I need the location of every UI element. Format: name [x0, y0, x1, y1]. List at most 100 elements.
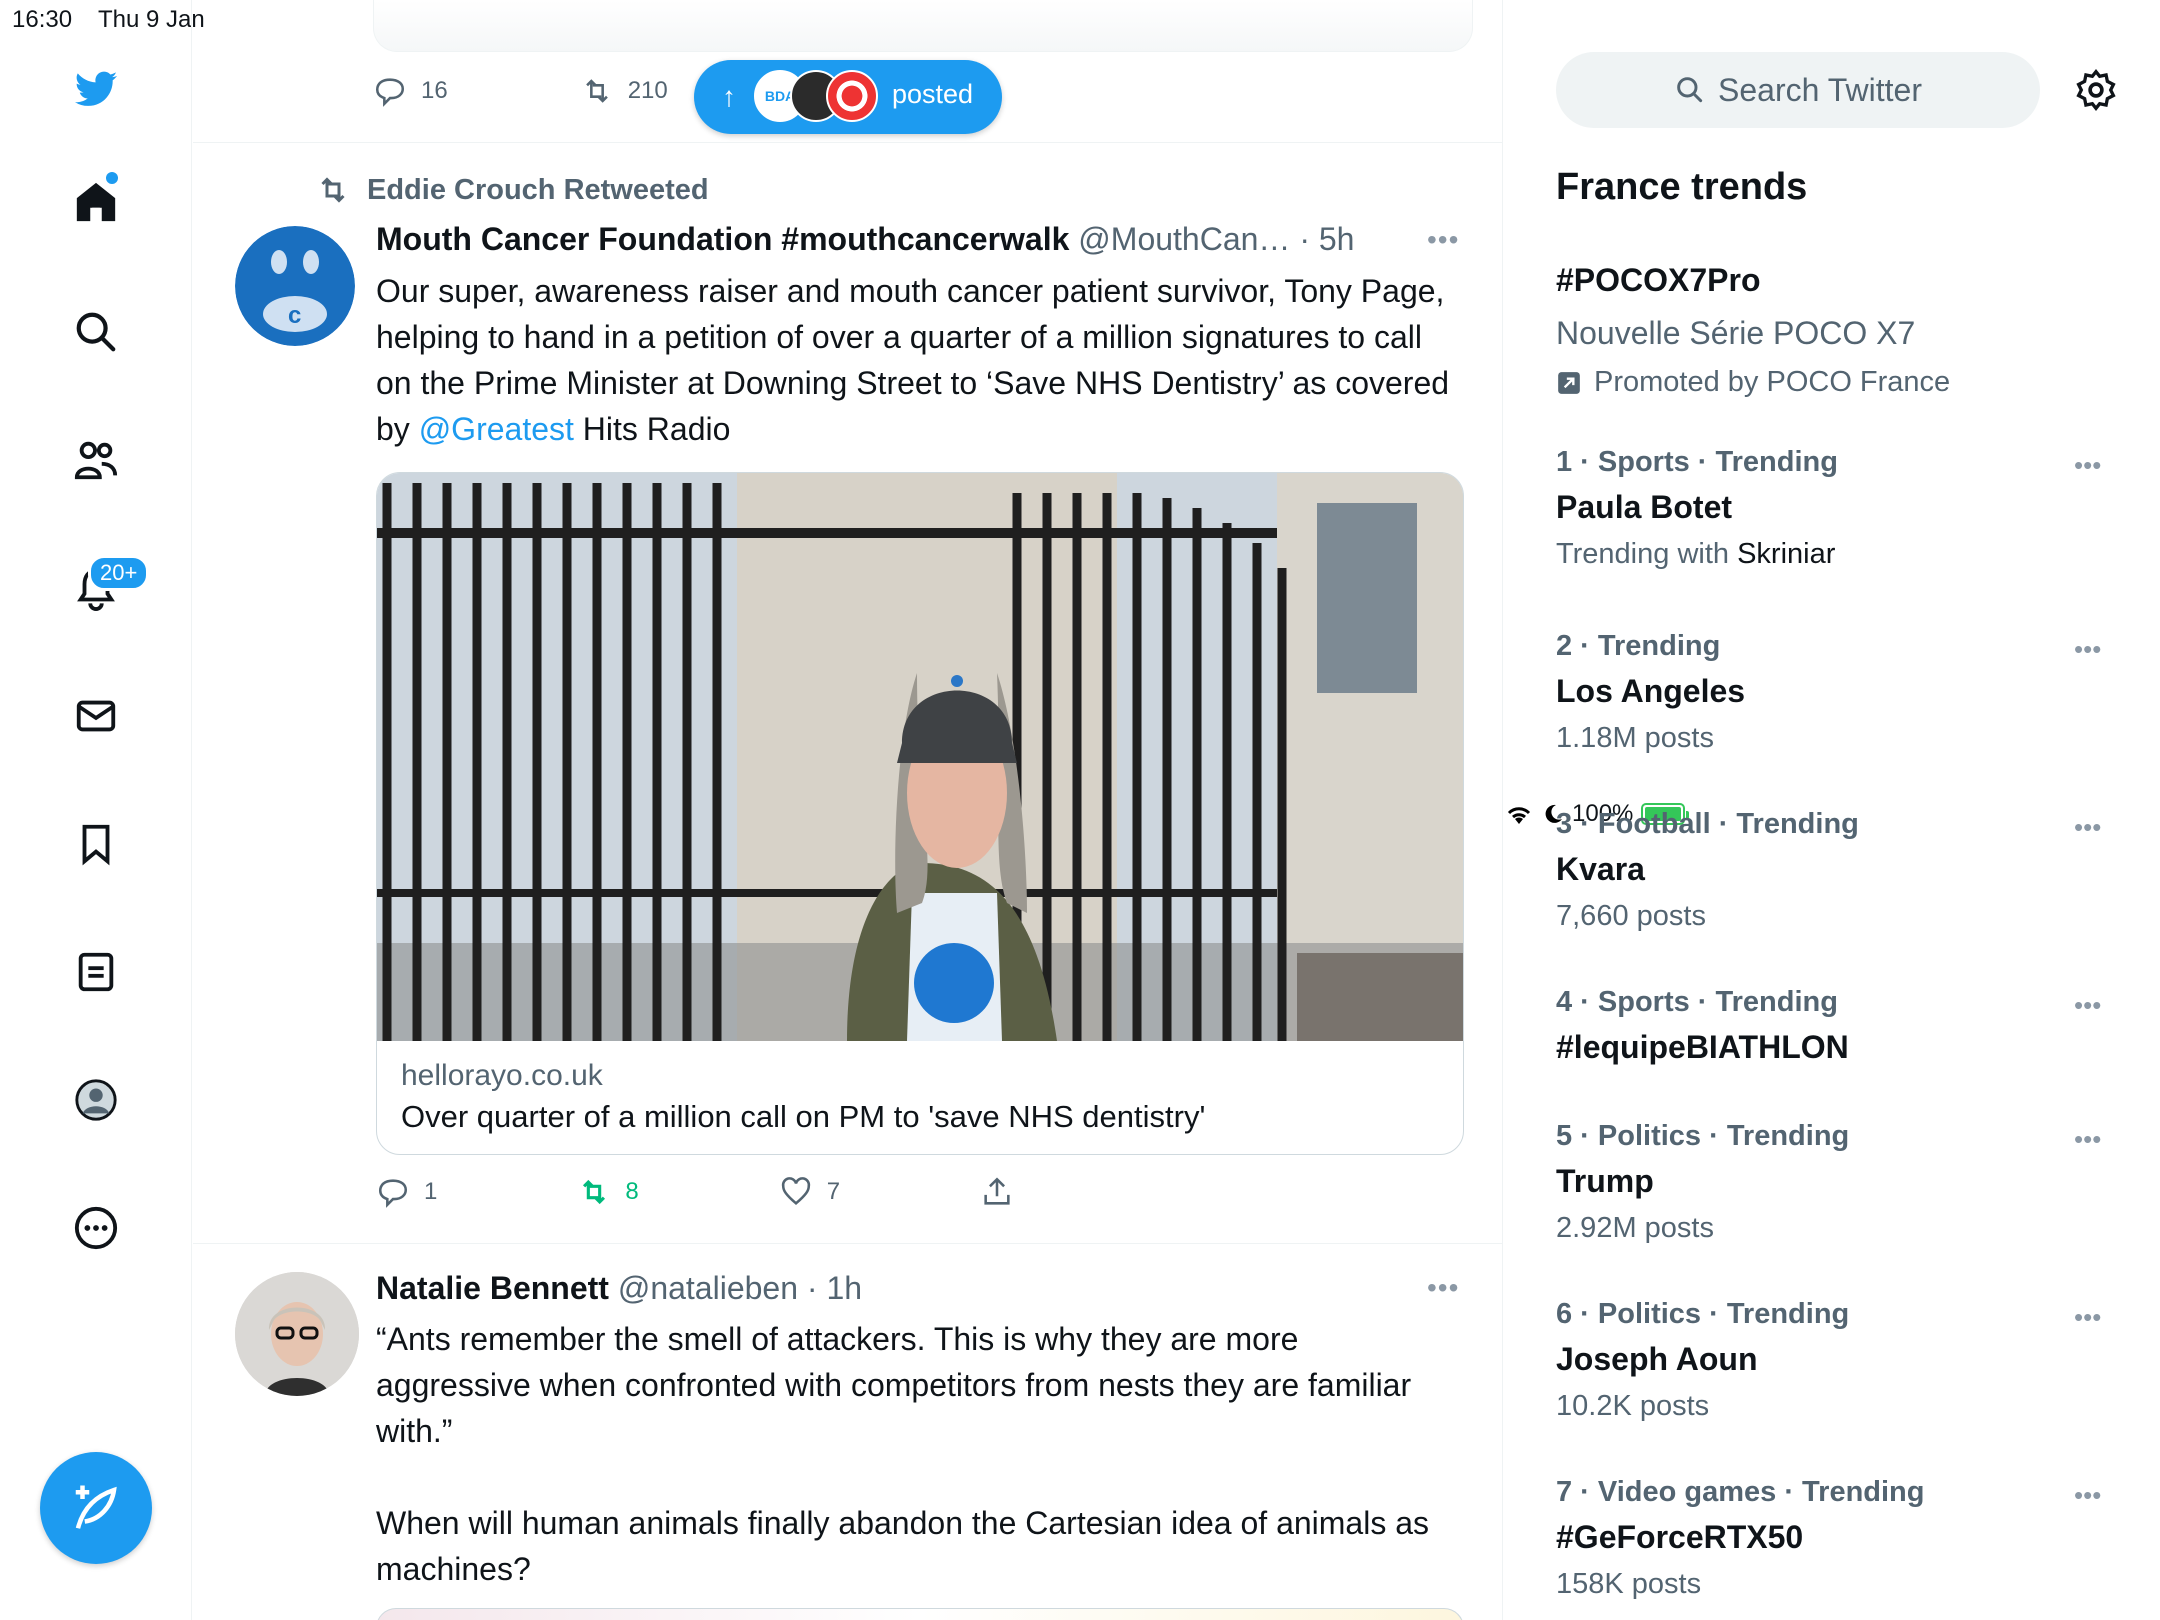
trend-item[interactable]: 6 · Politics · Trending Joseph Aoun 10.2… [1556, 1298, 1849, 1423]
reply-button[interactable]: 16 [373, 74, 448, 108]
svg-text:c: c [288, 302, 301, 329]
reply-count: 16 [421, 77, 448, 104]
trend-item[interactable]: 4 · Sports · Trending #lequipeBIATHLON [1556, 986, 1849, 1066]
tweet1-text: Our super, awareness raiser and mouth ca… [376, 268, 1456, 452]
trend-topic: Trump [1556, 1163, 1654, 1199]
trend-more-icon[interactable]: ••• [2074, 450, 2101, 481]
tweet2-text: “Ants remember the smell of attackers. T… [376, 1316, 1456, 1592]
trend-item[interactable]: 5 · Politics · Trending Trump 2.92M post… [1556, 1120, 1849, 1245]
tweet1-card-image [377, 473, 1463, 1041]
trend-more-icon[interactable]: ••• [2074, 1124, 2101, 1155]
trend-meta: 2 · Trending [1556, 630, 1721, 662]
promoted-by-line: Promoted by POCO France [1556, 366, 1950, 399]
tweet1-more-icon[interactable]: ••• [1427, 224, 1459, 256]
trend-more-icon[interactable]: ••• [2074, 1480, 2101, 1511]
tweet1-actions: 1 8 7 [376, 1175, 1014, 1209]
right-sidebar: Search Twitter France trends #POCOX7Pro … [1504, 0, 2160, 1620]
trend-sub: 158K posts [1556, 1568, 1702, 1600]
lists-icon[interactable] [66, 942, 126, 1002]
tweet2-author-avatar[interactable] [235, 1272, 359, 1396]
trend-meta: 1 · Sports · Trending [1556, 446, 1838, 478]
trend-meta: 7 · Video games · Trending [1556, 1476, 1925, 1508]
trend-topic: #POCOX7Pro [1556, 262, 1761, 298]
tweet1-author-handle[interactable]: @MouthCan… [1078, 221, 1290, 257]
tweet-divider [193, 142, 1502, 143]
previous-tweet-card-bottom [373, 0, 1473, 52]
trend-item[interactable]: 3 · Football · Trending Kvara 7,660 post… [1556, 808, 1859, 933]
twitter-logo-icon[interactable] [66, 60, 126, 120]
settings-gear-icon[interactable] [2074, 68, 2118, 112]
tweet1-retweet-count: 8 [625, 1178, 639, 1205]
search-twitter-field[interactable]: Search Twitter [1556, 52, 2040, 128]
tweet1-mention-link[interactable]: @Greatest [419, 411, 574, 447]
new-posts-label: posted [892, 79, 974, 109]
trend-meta: 6 · Politics · Trending [1556, 1298, 1850, 1330]
trend-topic: Kvara [1556, 851, 1645, 887]
trend-more-icon[interactable]: ••• [2074, 812, 2101, 843]
reply-icon [378, 1179, 408, 1208]
trend-topic: Paula Botet [1556, 489, 1733, 525]
explore-search-icon[interactable] [66, 302, 126, 362]
trend-promoted[interactable]: #POCOX7Pro Nouvelle Série POCO X7 Promot… [1556, 262, 1950, 399]
reply-icon [375, 78, 405, 107]
new-posts-pill[interactable]: ↑ BDA posted [694, 60, 1002, 134]
tweet1-card-domain: hellorayo.co.uk [401, 1059, 603, 1092]
tweet1-text-part-b: Hits Radio [573, 411, 731, 447]
promoted-by-text: Promoted by POCO France [1594, 366, 1951, 398]
tweet1-share-button[interactable] [980, 1175, 1014, 1209]
notifications-badge: 20+ [88, 555, 150, 591]
trend-sub: 1.18M posts [1556, 722, 1714, 754]
tweet1-link-card[interactable]: hellorayo.co.uk Over quarter of a millio… [376, 472, 1464, 1155]
trend-item[interactable]: 2 · Trending Los Angeles 1.18M posts [1556, 630, 1745, 755]
tweet1-header: Mouth Cancer Foundation #mouthcancerwalk… [376, 221, 1354, 258]
left-navigation: 20+ [0, 0, 192, 1620]
tweet-divider [193, 1243, 1502, 1244]
tweet2-author-name[interactable]: Natalie Bennett [376, 1270, 609, 1306]
share-icon [984, 1177, 1010, 1205]
trend-sub-prefix: Trending with [1556, 538, 1738, 570]
retweet-icon [585, 79, 608, 103]
trend-item[interactable]: 7 · Video games · Trending #GeForceRTX50… [1556, 1476, 1925, 1601]
retweet-icon [583, 1179, 606, 1205]
tweet2-text-paragraph-1: “Ants remember the smell of attackers. T… [376, 1321, 1412, 1449]
trend-more-icon[interactable]: ••• [2074, 990, 2101, 1021]
heart-icon [781, 1177, 810, 1206]
tweet1-retweet-button[interactable]: 8 [577, 1175, 639, 1209]
retweet-count: 210 [627, 77, 668, 104]
trend-sub: 7,660 posts [1556, 900, 1706, 932]
more-options-icon[interactable] [66, 1198, 126, 1258]
tweet1-author-name[interactable]: Mouth Cancer Foundation #mouthcancerwalk [376, 221, 1069, 257]
messages-envelope-icon[interactable] [66, 686, 126, 746]
arrow-up-icon: ↑ [722, 81, 736, 112]
profile-avatar-icon[interactable] [66, 1070, 126, 1130]
tweet1-reply-button[interactable]: 1 [376, 1175, 437, 1209]
tweet2-more-icon[interactable]: ••• [1427, 1272, 1459, 1304]
trend-more-icon[interactable]: ••• [2074, 634, 2101, 665]
trend-more-icon[interactable]: ••• [2074, 1302, 2101, 1333]
trend-sub: Trending with Skriniar [1556, 538, 1838, 571]
retweeted-by-line: Eddie Crouch Retweeted [315, 172, 709, 208]
bookmarks-icon[interactable] [66, 814, 126, 874]
tweet2-time[interactable]: · 1h [807, 1270, 862, 1306]
search-icon [1677, 77, 1703, 103]
search-placeholder: Search Twitter [1718, 71, 1922, 108]
tweet1-card-title: Over quarter of a million call on PM to … [401, 1099, 1206, 1134]
pill-avatar-3 [826, 70, 878, 122]
tweet2-author-handle[interactable]: @natalieben [618, 1270, 798, 1306]
promoted-arrow-icon [1558, 371, 1580, 394]
tweet1-author-avatar[interactable]: c [235, 226, 355, 346]
retweet-button[interactable]: 210 [580, 74, 668, 108]
communities-icon[interactable] [66, 430, 126, 490]
tweet1-reply-count: 1 [424, 1178, 438, 1205]
trends-heading: France trends [1556, 166, 1808, 208]
trend-topic: #GeForceRTX50 [1556, 1519, 1804, 1555]
tweet2-text-paragraph-2: When will human animals finally abandon … [376, 1505, 1430, 1587]
trend-topic: Joseph Aoun [1556, 1341, 1758, 1377]
compose-tweet-button[interactable] [40, 1452, 152, 1564]
retweeted-by-text[interactable]: Eddie Crouch Retweeted [367, 174, 709, 207]
trend-meta: 3 · Football · Trending [1556, 808, 1859, 840]
tweet1-time[interactable]: · 5h [1299, 221, 1354, 257]
tweet1-like-button[interactable]: 7 [779, 1175, 840, 1209]
retweet-small-icon [321, 177, 345, 203]
trend-item[interactable]: 1 · Sports · Trending Paula Botet Trendi… [1556, 446, 1838, 571]
